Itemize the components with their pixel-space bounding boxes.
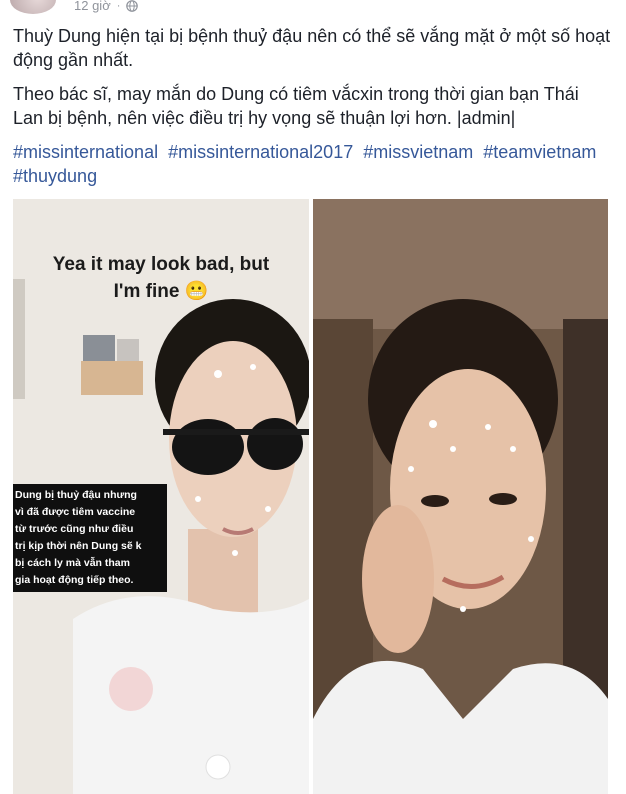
post-body: Thuỳ Dung hiện tại bị bệnh thuỷ đậu nên … [13, 24, 613, 198]
post-photo-right[interactable] [313, 199, 608, 794]
meta-separator: · [116, 0, 121, 12]
story-caption-line: Yea it may look bad, but [52, 254, 270, 275]
hashtag-link[interactable]: #missinternational2017 [168, 142, 353, 162]
post-photo-left[interactable]: Yea it may look bad, but I'm fine 😬 Dung… [13, 199, 309, 794]
story-side-line: trị kịp thời nên Dung sẽ k [15, 540, 142, 552]
story-side-line: bị cách ly mà vẫn tham [15, 557, 130, 569]
story-side-text: Dung bị thuỷ đậu nhưng vì đã được tiêm v… [13, 484, 167, 592]
hashtag-link[interactable]: #teamvietnam [483, 142, 596, 162]
story-side-line: Dung bị thuỷ đậu nhưng [15, 489, 137, 501]
hashtag-link[interactable]: #missinternational [13, 142, 158, 162]
story-caption: Yea it may look bad, but I'm fine 😬 [13, 251, 309, 305]
post-paragraph: Theo bác sĩ, may mắn do Dung có tiêm vắc… [13, 84, 579, 128]
story-side-line: gia hoạt động tiếp theo. [15, 574, 134, 586]
hashtag-list: #missinternational #missinternational201… [13, 140, 613, 188]
story-side-line: từ trước cũng như điều [15, 523, 134, 535]
globe-icon [126, 0, 139, 12]
story-side-line: vì đã được tiêm vaccine [15, 506, 136, 518]
post-timestamp[interactable]: 12 giờ [74, 0, 111, 13]
post-meta: 12 giờ · [74, 0, 139, 13]
author-avatar[interactable] [10, 0, 56, 14]
photo-right-scene [313, 199, 608, 794]
story-caption-line: I'm fine 😬 [113, 281, 209, 302]
post-paragraph: Thuỳ Dung hiện tại bị bệnh thuỷ đậu nên … [13, 26, 611, 70]
hashtag-link[interactable]: #thuydung [13, 166, 97, 186]
hashtag-link[interactable]: #missvietnam [363, 142, 473, 162]
